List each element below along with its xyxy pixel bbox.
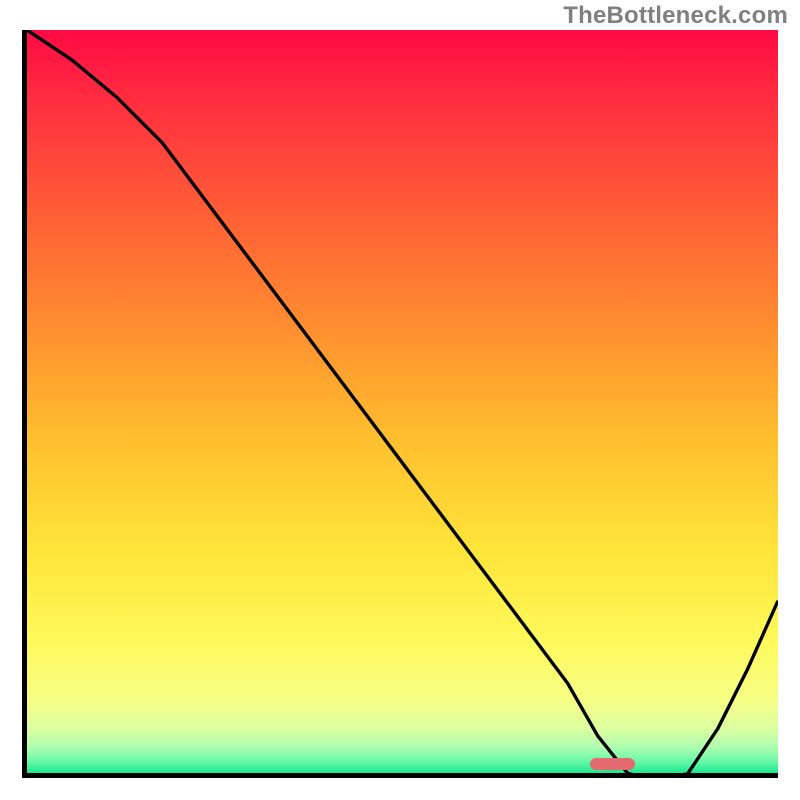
curve-line (27, 30, 778, 778)
plot-area (22, 30, 778, 778)
bottleneck-curve-path (27, 30, 778, 778)
bottleneck-chart: TheBottleneck.com (0, 0, 800, 800)
optimal-marker (590, 758, 635, 770)
watermark-text: TheBottleneck.com (563, 2, 788, 30)
